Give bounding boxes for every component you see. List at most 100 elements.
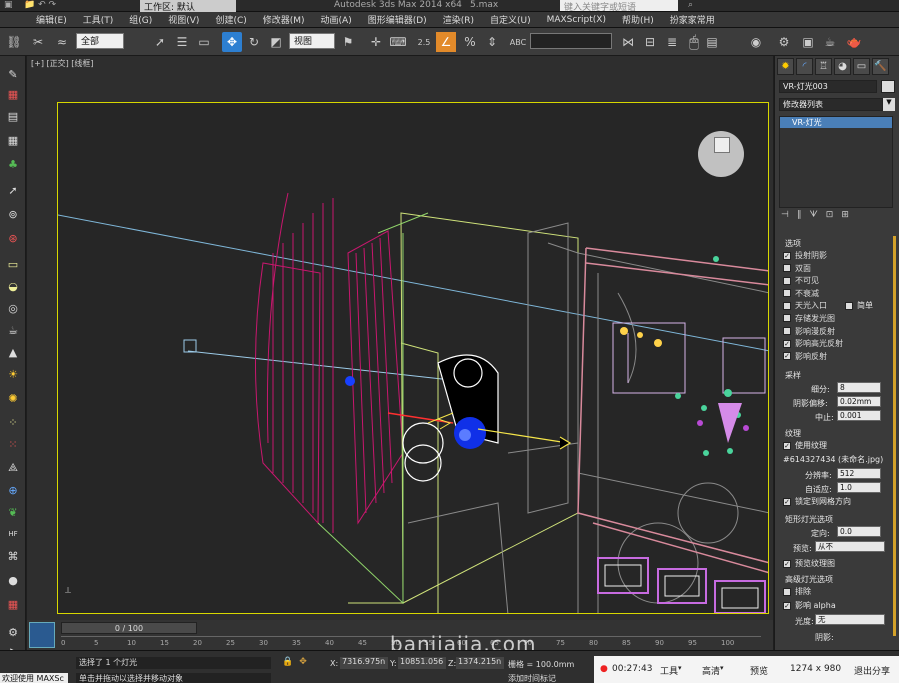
- hierarchy-tab-icon[interactable]: ♖: [815, 58, 832, 75]
- selection-filter-dropdown[interactable]: 全部: [76, 33, 124, 49]
- snap-toggle-icon[interactable]: 2.5: [414, 32, 434, 52]
- directional-spinner[interactable]: 0.0: [837, 526, 881, 537]
- add-time-tag[interactable]: 添加时间标记: [508, 673, 556, 683]
- menu-item[interactable]: 修改器(M): [263, 13, 305, 26]
- grid-icon[interactable]: ▦: [4, 132, 22, 148]
- edit-named-set-icon[interactable]: ABC: [508, 32, 528, 52]
- render-setup-icon[interactable]: ⚙: [774, 32, 794, 52]
- align-icon[interactable]: ⊟: [640, 32, 660, 52]
- rotate-icon[interactable]: ↻: [244, 32, 264, 52]
- teapot-icon[interactable]: ☕: [4, 322, 22, 338]
- tree-icon[interactable]: ♣: [4, 156, 22, 172]
- help-search-input[interactable]: 键入关键字或短语: [560, 0, 678, 13]
- menu-item[interactable]: 扮家家常用: [670, 13, 715, 26]
- keyboard-shortcut-icon[interactable]: ⌨: [388, 32, 408, 52]
- menu-item[interactable]: 创建(C): [215, 13, 246, 26]
- checkbox-icon[interactable]: [783, 327, 791, 336]
- menu-item[interactable]: 组(G): [129, 13, 152, 26]
- time-slider[interactable]: 0 / 100: [61, 622, 197, 634]
- angle-snap-icon[interactable]: ∠: [436, 32, 456, 52]
- simple-checkbox-label[interactable]: 简单: [845, 300, 873, 311]
- checkbox-icon[interactable]: ✓: [783, 339, 791, 348]
- render-iterative-icon[interactable]: 🫖: [844, 32, 864, 52]
- menu-item[interactable]: 图形编辑器(D): [368, 13, 427, 26]
- quick-access-icons[interactable]: 📁 ↶ ↷: [24, 0, 56, 10]
- select-by-name-icon[interactable]: ☰: [172, 32, 192, 52]
- named-selection-set-dropdown[interactable]: [530, 33, 612, 49]
- ref-coord-dropdown[interactable]: 视图: [289, 33, 335, 49]
- affect-alpha-checkbox[interactable]: ✓ 影响 alpha: [783, 600, 836, 611]
- swatch-icon[interactable]: ▦: [4, 596, 22, 612]
- shape-icon[interactable]: ⟁: [4, 460, 22, 476]
- menu-item[interactable]: MAXScript(X): [547, 15, 606, 25]
- viewport-label[interactable]: [+] [正交] [线框]: [31, 58, 94, 69]
- menu-item[interactable]: 渲染(R): [443, 13, 474, 26]
- utilities-tab-icon[interactable]: 🔨: [872, 58, 889, 75]
- maxscript-listener[interactable]: 欢迎使用 MAXSc: [0, 673, 68, 683]
- stack-item[interactable]: VR-灯光: [780, 117, 892, 128]
- light-icon[interactable]: ✺: [4, 390, 22, 406]
- dots-icon[interactable]: ⁘: [4, 414, 22, 430]
- exclude-checkbox[interactable]: 排除: [783, 586, 811, 597]
- shadow-bias-spinner[interactable]: 0.02mm: [837, 396, 881, 407]
- cylinder-icon[interactable]: ◎: [4, 300, 22, 316]
- checkbox-icon[interactable]: [783, 314, 791, 323]
- ball-icon[interactable]: ●: [4, 572, 22, 588]
- option-checkbox[interactable]: 天光入口: [783, 300, 893, 313]
- sun-icon[interactable]: ☀: [4, 366, 22, 382]
- mirror-icon[interactable]: ⋈: [618, 32, 638, 52]
- menu-item[interactable]: 工具(T): [83, 13, 114, 26]
- globe-icon[interactable]: ⊕: [4, 482, 22, 498]
- recorder-quality[interactable]: 高清: [702, 664, 720, 677]
- search-icon[interactable]: ⌕: [688, 0, 693, 10]
- graphite-icon[interactable]: ▤: [702, 32, 722, 52]
- cone-icon[interactable]: ▲: [4, 344, 22, 360]
- motion-tab-icon[interactable]: ◕: [834, 58, 851, 75]
- percent-snap-icon[interactable]: %: [460, 32, 480, 52]
- checkbox-icon[interactable]: [783, 264, 791, 273]
- modifier-stack[interactable]: VR-灯光: [779, 116, 893, 208]
- link-icon[interactable]: ⛓: [4, 32, 24, 52]
- app-icon[interactable]: ▣: [4, 0, 13, 10]
- chevron-down-icon[interactable]: ▾: [720, 664, 724, 672]
- photometric-dropdown[interactable]: 无: [815, 614, 885, 625]
- option-checkbox[interactable]: 影响漫反射: [783, 326, 893, 339]
- subdivs-spinner[interactable]: 8: [837, 382, 881, 393]
- list-icon[interactable]: ▤: [4, 108, 22, 124]
- use-texture-checkbox[interactable]: ✓ 使用纹理: [783, 440, 827, 451]
- option-checkbox[interactable]: 存储发光图: [783, 313, 893, 326]
- chevron-down-icon[interactable]: ▾: [678, 664, 682, 672]
- menu-item[interactable]: 视图(V): [168, 13, 199, 26]
- preview-texture-checkbox[interactable]: ✓ 预览纹理图: [783, 558, 835, 569]
- select-move-icon[interactable]: ✥: [222, 32, 242, 52]
- render-production-icon[interactable]: ☕: [820, 32, 840, 52]
- rect-options-rollout-title[interactable]: 矩形灯光选项: [785, 514, 833, 525]
- option-checkbox[interactable]: ✓ 投射阴影: [783, 250, 893, 263]
- options-rollout-title[interactable]: 选项: [785, 238, 801, 249]
- object-name-field[interactable]: VR-灯光003: [779, 80, 877, 93]
- recorder-tools[interactable]: 工具: [660, 664, 678, 677]
- checkbox-icon[interactable]: [783, 301, 791, 310]
- option-checkbox[interactable]: ✓ 影响反射: [783, 351, 893, 364]
- option-checkbox[interactable]: ✓ 影响高光反射: [783, 338, 893, 351]
- recorder-preview[interactable]: 预览: [750, 664, 768, 677]
- checkbox-icon[interactable]: ✓: [783, 352, 791, 361]
- texture-rollout-title[interactable]: 纹理: [785, 428, 801, 439]
- material-editor-icon[interactable]: ◉: [746, 32, 766, 52]
- menu-item[interactable]: 编辑(E): [36, 13, 67, 26]
- menu-item[interactable]: 帮助(H): [622, 13, 654, 26]
- rendered-frame-icon[interactable]: ▣: [798, 32, 818, 52]
- option-checkbox[interactable]: 不可见: [783, 275, 893, 288]
- pulley-icon[interactable]: ⊚: [4, 206, 22, 222]
- preview-dropdown[interactable]: 从不: [815, 541, 885, 552]
- pivot-center-icon[interactable]: ⚑: [338, 32, 358, 52]
- select-object-icon[interactable]: ➚: [150, 32, 170, 52]
- checkbox-icon[interactable]: ✓: [783, 251, 791, 260]
- menu-item[interactable]: 动画(A): [321, 13, 352, 26]
- z-coordinate[interactable]: 1374.215n: [456, 657, 504, 669]
- x-coordinate[interactable]: 7316.975n: [340, 657, 388, 669]
- texture-map-button[interactable]: #614327434 (未命名.jpg): [783, 454, 883, 465]
- leaf-icon[interactable]: ❦: [4, 504, 22, 520]
- manipulate-icon[interactable]: ✛: [366, 32, 386, 52]
- object-color-swatch[interactable]: [881, 80, 895, 93]
